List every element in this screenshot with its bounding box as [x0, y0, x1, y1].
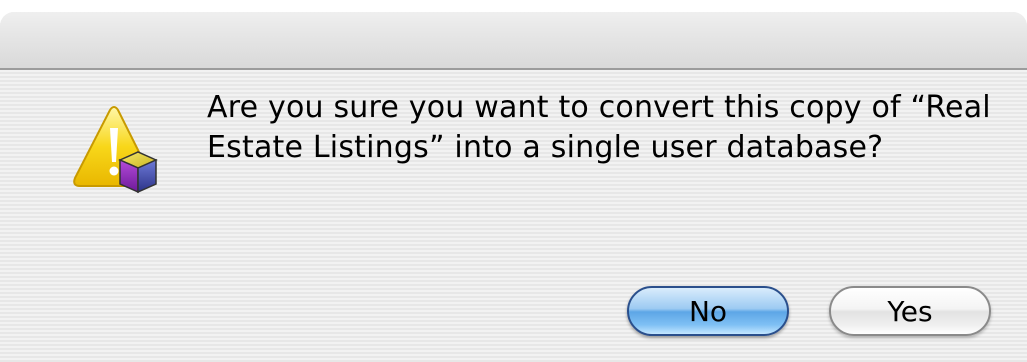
dialog-message: Are you sure you want to convert this co… [207, 90, 991, 165]
caution-icon [70, 104, 166, 200]
yes-button-label: Yes [887, 294, 933, 328]
dialog-titlebar [0, 12, 1027, 70]
dialog-body: Are you sure you want to convert this co… [0, 70, 1027, 362]
alert-dialog: Are you sure you want to convert this co… [0, 12, 1027, 362]
yes-button[interactable]: Yes [829, 286, 991, 336]
no-button[interactable]: No [627, 286, 789, 336]
no-button-label: No [688, 294, 728, 328]
